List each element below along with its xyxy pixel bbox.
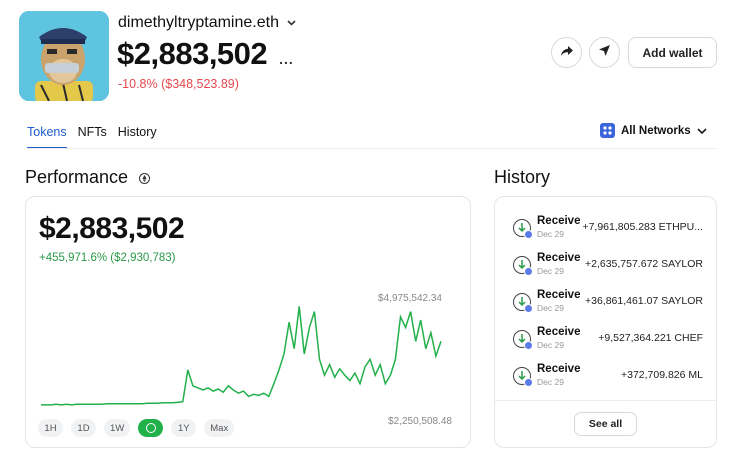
see-all-button[interactable]: See all bbox=[574, 412, 637, 436]
history-type: Receive bbox=[537, 289, 581, 301]
performance-value: $2,883,502 bbox=[39, 212, 185, 245]
history-amount: +372,709.826 ML bbox=[620, 369, 703, 381]
tabs-divider bbox=[26, 148, 717, 149]
chevron-down-icon bbox=[697, 125, 707, 137]
history-type: Receive bbox=[537, 326, 581, 338]
history-item[interactable]: Receive Dec 29 +9,527,364.221 CHEF bbox=[513, 326, 703, 354]
receive-icon bbox=[513, 219, 533, 239]
history-item[interactable]: Receive Dec 29 +7,961,805.283 ETHPU... bbox=[513, 215, 703, 243]
history-type: Receive bbox=[537, 363, 581, 375]
share-button[interactable] bbox=[551, 37, 582, 68]
ens-name[interactable]: dimethyltryptamine.eth bbox=[118, 14, 296, 32]
send-button[interactable] bbox=[589, 37, 620, 68]
chevron-down-icon[interactable] bbox=[287, 17, 296, 29]
history-item[interactable]: Receive Dec 29 +36,861,461.07 SAYLOR bbox=[513, 289, 703, 317]
history-amount: +9,527,364.221 CHEF bbox=[598, 332, 703, 344]
history-title: History bbox=[494, 167, 551, 187]
network-selector[interactable]: All Networks bbox=[600, 123, 707, 138]
ethereum-badge-icon bbox=[524, 267, 533, 276]
receive-icon bbox=[513, 367, 533, 387]
chart-series-line bbox=[41, 306, 442, 406]
main-tabs: Tokens NFTs History bbox=[27, 125, 168, 149]
ethereum-badge-icon bbox=[524, 304, 533, 313]
history-amount: +7,961,805.283 ETHPU... bbox=[582, 221, 703, 233]
receive-icon bbox=[513, 293, 533, 313]
balance-change: -10.8% ($348,523.89) bbox=[118, 77, 239, 91]
range-1h[interactable]: 1H bbox=[38, 419, 63, 437]
network-selector-label: All Networks bbox=[621, 124, 691, 137]
performance-line-chart bbox=[41, 306, 442, 406]
history-date: Dec 29 bbox=[537, 340, 564, 350]
range-1y[interactable]: 1Y bbox=[171, 419, 197, 437]
send-arrow-icon bbox=[598, 44, 611, 62]
history-card: Receive Dec 29 +7,961,805.283 ETHPU... R… bbox=[494, 196, 717, 448]
ethereum-badge-icon bbox=[524, 378, 533, 387]
history-date: Dec 29 bbox=[537, 303, 564, 313]
history-date: Dec 29 bbox=[537, 229, 564, 239]
more-options-icon[interactable]: ... bbox=[279, 51, 294, 67]
add-wallet-button[interactable]: Add wallet bbox=[628, 37, 717, 68]
range-selector: 1H 1D 1W 1Y Max bbox=[38, 419, 235, 437]
history-item[interactable]: Receive Dec 29 +2,635,757.672 SAYLOR bbox=[513, 252, 703, 280]
balance-value: $2,883,502 bbox=[117, 36, 268, 71]
range-active-circle[interactable] bbox=[138, 419, 164, 437]
range-max[interactable]: Max bbox=[204, 419, 235, 437]
avatar bbox=[19, 11, 109, 101]
receive-icon bbox=[513, 256, 533, 276]
history-amount: +36,861,461.07 SAYLOR bbox=[584, 295, 703, 307]
performance-change: +455,971.6% ($2,930,783) bbox=[39, 252, 176, 264]
wallet-balance: $2,883,502 ... bbox=[117, 36, 294, 72]
ethereum-icon bbox=[139, 172, 151, 184]
tab-tokens[interactable]: Tokens bbox=[27, 125, 67, 149]
range-1w[interactable]: 1W bbox=[104, 419, 131, 437]
performance-title-label: Performance bbox=[25, 167, 129, 187]
ethereum-badge-icon bbox=[524, 341, 533, 350]
receive-icon bbox=[513, 330, 533, 350]
chart-min-label: $2,250,508.48 bbox=[388, 416, 452, 427]
history-type: Receive bbox=[537, 252, 581, 264]
performance-title: Performance bbox=[25, 167, 151, 188]
circle-icon bbox=[145, 423, 156, 433]
ens-name-label: dimethyltryptamine.eth bbox=[118, 14, 279, 31]
networks-icon bbox=[600, 123, 615, 138]
history-item[interactable]: Receive Dec 29 +372,709.826 ML bbox=[513, 363, 703, 391]
range-1d[interactable]: 1D bbox=[71, 419, 96, 437]
history-type: Receive bbox=[537, 215, 581, 227]
history-date: Dec 29 bbox=[537, 266, 564, 276]
history-amount: +2,635,757.672 SAYLOR bbox=[584, 258, 703, 270]
history-divider bbox=[495, 400, 716, 401]
share-icon bbox=[560, 44, 574, 62]
history-date: Dec 29 bbox=[537, 377, 564, 387]
tab-history[interactable]: History bbox=[118, 125, 157, 149]
performance-card: $2,883,502 +455,971.6% ($2,930,783) $4,9… bbox=[25, 196, 471, 448]
tab-nfts[interactable]: NFTs bbox=[78, 125, 107, 149]
ethereum-badge-icon bbox=[524, 230, 533, 239]
